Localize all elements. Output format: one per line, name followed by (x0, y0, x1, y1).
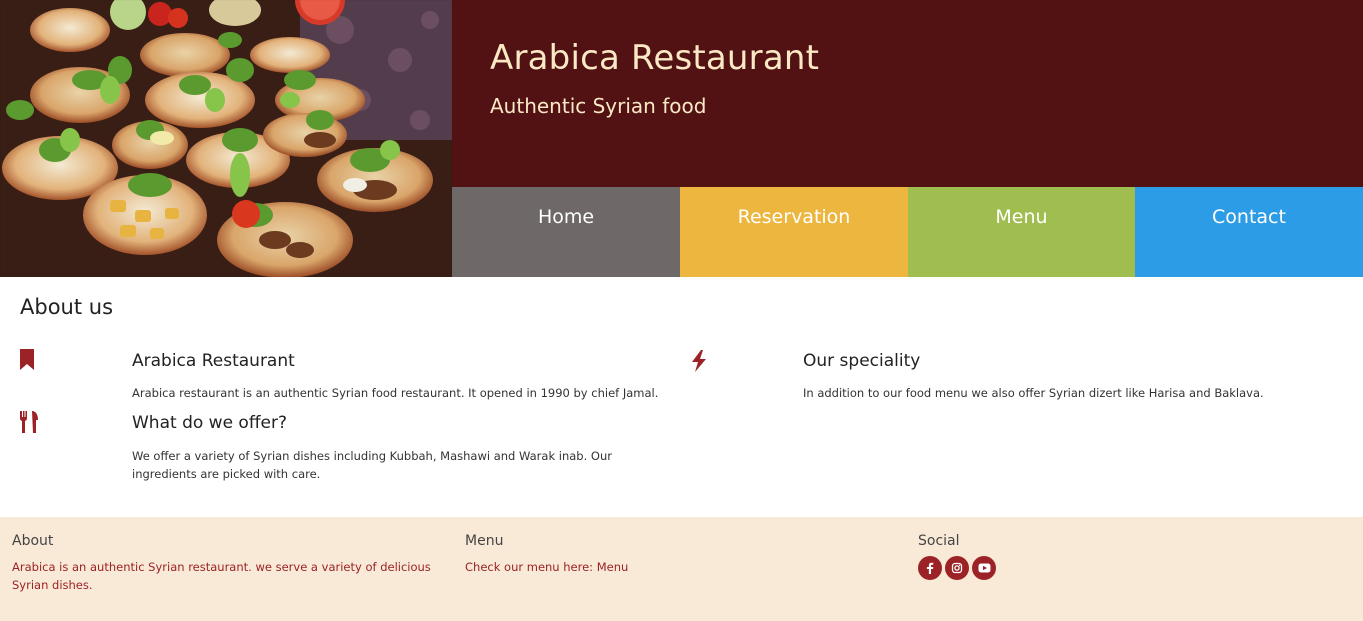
nav-contact[interactable]: Contact (1135, 187, 1363, 277)
about-heading: About us (20, 295, 114, 319)
site-subtitle: Authentic Syrian food (490, 94, 707, 118)
feature-text-offer: We offer a variety of Syrian dishes incl… (132, 449, 612, 481)
feature-title-restaurant: Arabica Restaurant (132, 351, 295, 371)
footer-menu-title: Menu (465, 533, 504, 549)
nav-contact-label: Contact (1212, 206, 1286, 228)
footer-social-title: Social (918, 533, 960, 549)
feature-title-offer: What do we offer? (132, 413, 288, 433)
footer-menu-text: Check our menu here: Menu (465, 558, 865, 576)
nav-reservation[interactable]: Reservation (680, 187, 908, 277)
youtube-icon[interactable] (972, 556, 996, 580)
social-links (918, 556, 996, 580)
nav-menu[interactable]: Menu (908, 187, 1135, 277)
feature-text-speciality: In addition to our food menu we also off… (803, 386, 1264, 400)
bolt-icon (690, 350, 712, 372)
brand-panel: Arabica Restaurant Authentic Syrian food (452, 0, 1363, 187)
hero-food-image (0, 0, 452, 277)
footer-about-text: Arabica is an authentic Syrian restauran… (12, 560, 431, 592)
feature-text-restaurant: Arabica restaurant is an authentic Syria… (132, 386, 659, 400)
site-header: Arabica Restaurant Authentic Syrian food… (0, 0, 1363, 277)
instagram-icon[interactable] (945, 556, 969, 580)
footer-menu-prefix: Check our menu here: (465, 560, 597, 574)
nav-menu-label: Menu (995, 206, 1048, 228)
nav-home[interactable]: Home (452, 187, 680, 277)
nav-home-label: Home (537, 206, 595, 228)
nav-reservation-label: Reservation (737, 206, 851, 228)
site-footer: About Arabica is an authentic Syrian res… (0, 517, 1363, 621)
main-nav: Home Reservation Menu Contact (452, 187, 1363, 277)
site-title: Arabica Restaurant (490, 38, 820, 78)
utensils-icon (18, 411, 40, 433)
footer-menu-link[interactable]: Menu (597, 560, 629, 574)
facebook-icon[interactable] (918, 556, 942, 580)
bookmark-icon (18, 349, 40, 371)
feature-title-speciality: Our speciality (803, 351, 921, 371)
footer-about-title: About (12, 533, 54, 549)
